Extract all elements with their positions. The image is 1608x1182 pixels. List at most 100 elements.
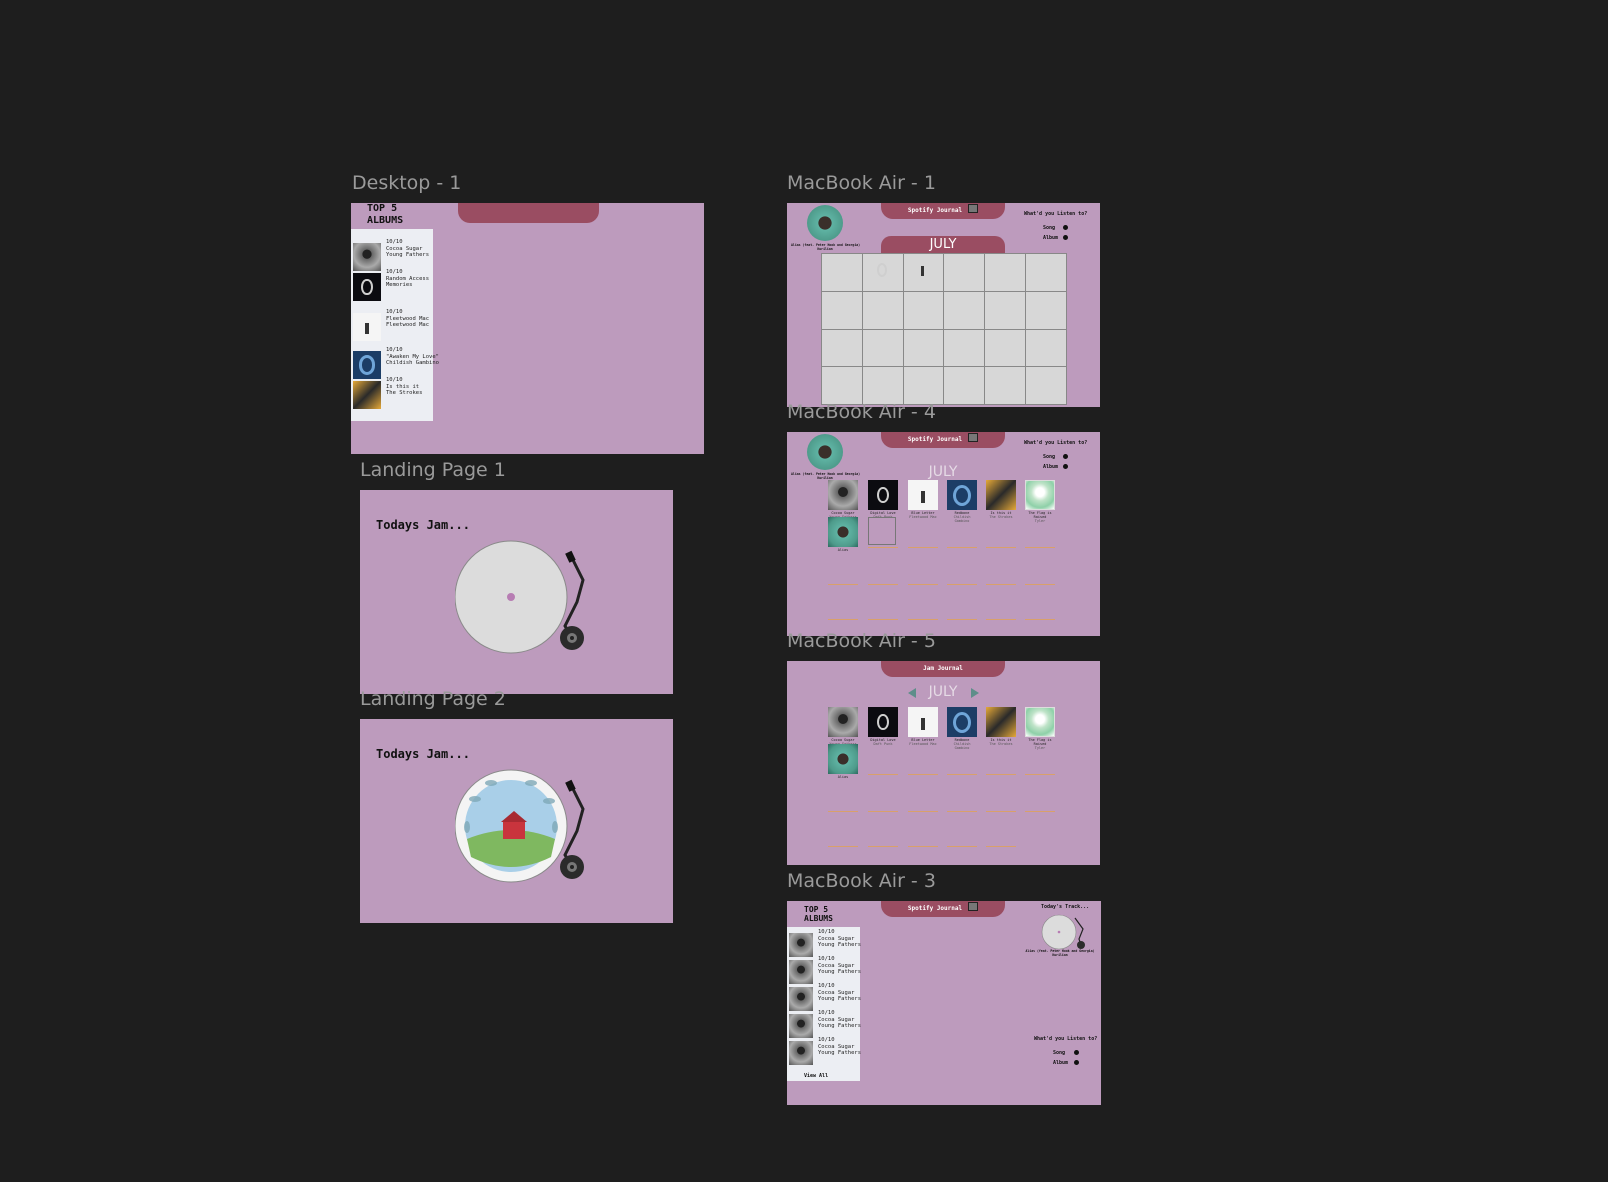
day-album-cover-icon[interactable] [1025, 707, 1055, 737]
day-underline[interactable] [947, 547, 977, 548]
calendar-day-cell[interactable] [822, 367, 862, 404]
top-album-row[interactable]: 10/10 "Awaken My Love" Childish Gambino [353, 347, 443, 379]
day-underline[interactable] [947, 846, 977, 847]
view-all-link[interactable]: View All [804, 1073, 828, 1079]
song-radio[interactable] [1074, 1050, 1079, 1055]
top-album-row[interactable]: 10/10 Fleetwood Mac Fleetwood Mac [353, 309, 443, 341]
calendar-day-cell[interactable] [822, 291, 862, 329]
calendar-day-cell[interactable] [944, 367, 985, 404]
frame-label-desktop-1[interactable]: Desktop - 1 [352, 172, 461, 194]
frame-label-macbook-air-3[interactable]: MacBook Air - 3 [787, 870, 936, 892]
calendar-day-cell[interactable] [862, 367, 903, 404]
day-album-cover-icon[interactable] [908, 480, 938, 510]
album-radio[interactable] [1063, 235, 1068, 240]
day-underline[interactable] [986, 774, 1016, 775]
day-album-cover-icon[interactable] [828, 744, 858, 774]
top-album-row[interactable]: 10/10 Is this it The Strokes [353, 377, 443, 409]
day-underline[interactable] [1025, 619, 1055, 620]
day-album-cover-icon[interactable] [986, 707, 1016, 737]
calendar-day-cell[interactable] [1026, 329, 1066, 367]
day-underline[interactable] [986, 811, 1016, 812]
frame-macbook-air-5[interactable]: Jam Journal JULY Cocoa SugarYoung Father… [787, 661, 1100, 865]
day-album-cover-icon[interactable] [1025, 480, 1055, 510]
day-underline[interactable] [908, 811, 938, 812]
day-underline[interactable] [908, 846, 938, 847]
calendar-day-cell[interactable] [862, 329, 903, 367]
calendar-day-cell[interactable] [985, 254, 1026, 291]
day-underline[interactable] [947, 774, 977, 775]
spotify-journal-tab[interactable]: Spotify Journal [881, 203, 1005, 219]
day-album-cover-icon[interactable] [986, 480, 1016, 510]
frame-macbook-air-3[interactable]: Spotify Journal TOP 5 ALBUMS 10/10 Cocoa … [787, 901, 1101, 1105]
frame-label-macbook-air-4[interactable]: MacBook Air - 4 [787, 401, 936, 423]
day-album-cover-icon[interactable] [868, 480, 898, 510]
top-album-row[interactable]: 10/10 Random Access Memories [353, 269, 443, 301]
album-radio[interactable] [1063, 464, 1068, 469]
spotify-journal-tab[interactable]: Spotify Journal [881, 901, 1005, 917]
frame-label-macbook-air-1[interactable]: MacBook Air - 1 [787, 172, 936, 194]
day-album-cover-icon[interactable] [947, 480, 977, 510]
day-album-cover-icon[interactable] [828, 517, 858, 547]
day-underline[interactable] [868, 547, 898, 548]
calendar-day-cell[interactable] [1026, 291, 1066, 329]
calendar-icon[interactable] [968, 204, 979, 213]
calendar-day-cell[interactable] [903, 254, 944, 291]
calendar-day-cell[interactable] [862, 291, 903, 329]
day-underline[interactable] [947, 584, 977, 585]
album-radio[interactable] [1074, 1060, 1079, 1065]
turntable[interactable] [455, 540, 605, 665]
day-underline[interactable] [947, 811, 977, 812]
calendar-day-cell[interactable] [985, 367, 1026, 404]
frame-landing-page-1[interactable]: Todays Jam... [360, 490, 673, 694]
calendar-day-cell[interactable] [1026, 367, 1066, 404]
mini-turntable[interactable] [1041, 913, 1091, 953]
jam-journal-tab[interactable]: Jam Journal [881, 661, 1005, 677]
calendar-day-cell[interactable] [1026, 254, 1066, 291]
frame-macbook-air-1[interactable]: Spotify Journal Alias (feat. Peter Hook … [787, 203, 1100, 407]
day-underline[interactable] [986, 547, 1016, 548]
day-underline[interactable] [868, 811, 898, 812]
day-underline[interactable] [908, 547, 938, 548]
day-album-cover-icon[interactable] [947, 707, 977, 737]
frame-label-landing-page-2[interactable]: Landing Page 2 [360, 688, 506, 710]
turntable-with-art[interactable] [455, 769, 605, 894]
calendar-day-cell[interactable] [822, 329, 862, 367]
day-underline[interactable] [868, 584, 898, 585]
day-underline[interactable] [868, 774, 898, 775]
next-month-arrow-icon[interactable] [971, 688, 979, 698]
song-radio[interactable] [1063, 225, 1068, 230]
frame-macbook-air-4[interactable]: Spotify Journal Alias (feat. Peter Hook … [787, 432, 1100, 636]
day-underline[interactable] [986, 584, 1016, 585]
day-album-cover-icon[interactable] [828, 480, 858, 510]
day-underline[interactable] [828, 584, 858, 585]
day-underline[interactable] [986, 846, 1016, 847]
header-tab[interactable] [458, 203, 599, 223]
day-underline[interactable] [828, 846, 858, 847]
frame-label-macbook-air-5[interactable]: MacBook Air - 5 [787, 630, 936, 652]
spotify-journal-tab[interactable]: Spotify Journal [881, 432, 1005, 448]
calendar-day-cell[interactable] [985, 291, 1026, 329]
day-underline[interactable] [828, 811, 858, 812]
frame-label-landing-page-1[interactable]: Landing Page 1 [360, 459, 506, 481]
frame-desktop-1[interactable]: TOP 5 ALBUMS 10/10 Cocoa Sugar Young Fathe… [351, 203, 704, 454]
calendar-icon[interactable] [968, 433, 979, 442]
calendar-day-cell[interactable] [903, 329, 944, 367]
calendar-day-cell[interactable] [862, 254, 903, 291]
calendar-day-cell[interactable] [985, 329, 1026, 367]
day-underline[interactable] [1025, 547, 1055, 548]
day-album-cover-icon[interactable] [908, 707, 938, 737]
calendar-day-cell[interactable] [944, 291, 985, 329]
day-underline[interactable] [908, 584, 938, 585]
day-underline[interactable] [908, 619, 938, 620]
day-underline[interactable] [1025, 811, 1055, 812]
day-underline[interactable] [828, 619, 858, 620]
frame-landing-page-2[interactable]: Todays Jam... [360, 719, 673, 923]
day-underline[interactable] [986, 619, 1016, 620]
calendar-day-cell[interactable] [903, 367, 944, 404]
calendar-day-cell[interactable] [944, 254, 985, 291]
prev-month-arrow-icon[interactable] [908, 688, 916, 698]
day-album-cover-icon[interactable] [828, 707, 858, 737]
calendar-day-cell[interactable] [903, 291, 944, 329]
calendar-day-cell[interactable] [822, 254, 862, 291]
top-album-row[interactable]: 10/10 Cocoa Sugar Young Fathers [789, 1037, 879, 1069]
